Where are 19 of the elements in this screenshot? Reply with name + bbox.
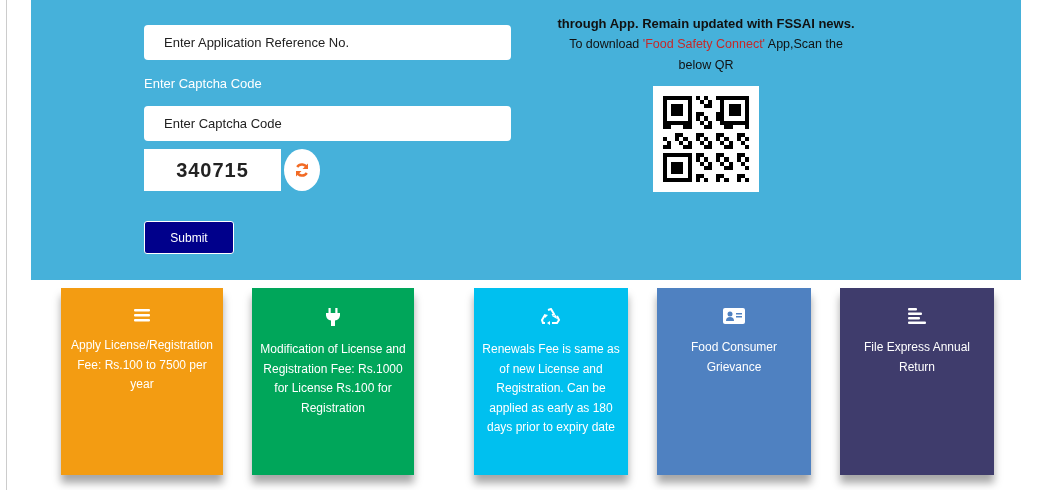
service-card[interactable]: Modification of License and Registration Fee: Rs.1000 for License Rs.100 for Registration (252, 288, 414, 475)
service-card[interactable]: Renewals Fee is same as of new License and Registration. Can be applied as early as 180 days prior to expiry date (474, 288, 628, 475)
submit-button[interactable]: Submit (144, 221, 234, 254)
refresh-icon (294, 162, 310, 178)
text-align-icon (908, 308, 926, 324)
promo-text: through App. Remain updated with FSSAI news. (557, 16, 855, 31)
plug-icon (326, 308, 340, 326)
refresh-button[interactable] (284, 149, 320, 191)
captcha-image: 340715 (144, 149, 281, 191)
service-card[interactable]: File Express Annual Return (840, 288, 994, 475)
service-card[interactable]: Food Consumer Grievance (657, 288, 811, 475)
recycle-icon (541, 308, 561, 326)
download-instructions: To download 'Food Safety Connect' App,Scan the below QR (568, 36, 844, 74)
menu-icon (134, 308, 150, 322)
service-card[interactable]: Apply License/Registration Fee: Rs.100 to 7500 per year (61, 288, 223, 475)
captcha-label: Enter Captcha Code (144, 76, 262, 91)
captcha-input-field[interactable]: Enter Captcha Code (144, 106, 511, 141)
id-card-icon (723, 308, 745, 324)
reference-input-field[interactable]: Enter Application Reference No. (144, 25, 511, 60)
